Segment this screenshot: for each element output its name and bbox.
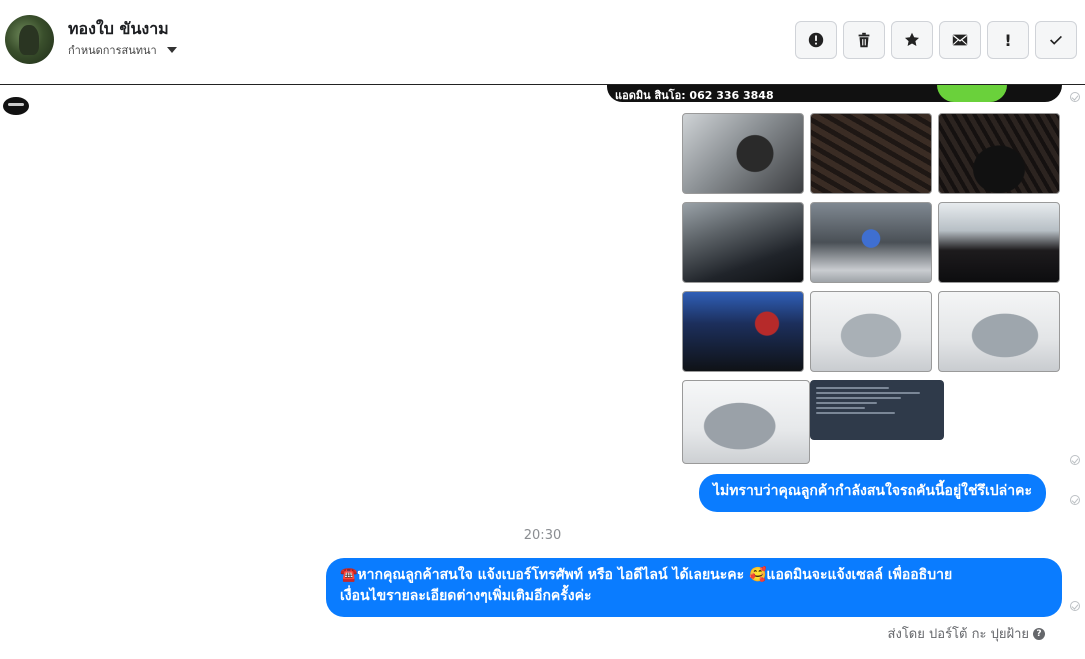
message-bubble-contact-request[interactable]: ☎️หากคุณลูกค้าสนใจ แจ้งเบอร์โทรศัพท์ หรื… bbox=[326, 558, 1062, 617]
photo-battery[interactable] bbox=[682, 291, 804, 372]
mark-done-button[interactable] bbox=[1035, 21, 1077, 59]
help-icon[interactable]: ? bbox=[1033, 627, 1045, 640]
trash-icon bbox=[858, 32, 870, 48]
doc-line bbox=[816, 397, 902, 399]
message-line-2: เงื่อนไขรายละเอียดต่างๆเพิ่มเติมอีกครั้ง… bbox=[340, 588, 592, 604]
assign-label: กำหนดการสนทนา bbox=[68, 44, 157, 57]
doc-line bbox=[816, 402, 877, 404]
photo-engine[interactable] bbox=[810, 202, 932, 283]
photo-document[interactable] bbox=[810, 380, 944, 440]
photo-rear-seat[interactable] bbox=[938, 202, 1060, 283]
star-button[interactable] bbox=[891, 21, 933, 59]
doc-line bbox=[816, 392, 920, 394]
delete-button[interactable] bbox=[843, 21, 885, 59]
alert-circle-icon bbox=[808, 32, 824, 48]
assign-conversation-dropdown[interactable]: กำหนดการสนทนา bbox=[68, 41, 177, 59]
caret-down-icon bbox=[166, 47, 177, 53]
contact-avatar[interactable] bbox=[5, 15, 54, 64]
photo-car-rear[interactable] bbox=[682, 380, 810, 464]
star-icon bbox=[904, 32, 920, 47]
seen-icon bbox=[1070, 601, 1080, 611]
seen-icon bbox=[1070, 92, 1080, 102]
photo-interior-seats-side[interactable] bbox=[938, 113, 1060, 194]
doc-line bbox=[816, 412, 896, 414]
photo-car-front-right[interactable] bbox=[938, 291, 1060, 372]
message-timestamp: 20:30 bbox=[523, 528, 562, 543]
exclamation-icon: ! bbox=[1004, 30, 1012, 50]
conversation-header: ทองใบ ขันงาม กำหนดการสนทนา ! bbox=[0, 0, 1085, 85]
photo-interior-seats-front[interactable] bbox=[810, 113, 932, 194]
header-actions: ! bbox=[795, 21, 1077, 59]
contact-name[interactable]: ทองใบ ขันงาม bbox=[68, 17, 169, 42]
seen-icon bbox=[1070, 495, 1080, 505]
doc-line bbox=[816, 387, 890, 389]
page-avatar bbox=[3, 97, 29, 115]
photo-car-front-left[interactable] bbox=[810, 291, 932, 372]
message-thread[interactable]: แอดมิน สินโอ: 062 336 3848 ไม่ทราบว่าคุณ… bbox=[0, 85, 1085, 659]
envelope-icon bbox=[952, 34, 968, 46]
banner-contact-text: แอดมิน สินโอ: 062 336 3848 bbox=[615, 89, 774, 102]
car-banner-image[interactable]: แอดมิน สินโอ: 062 336 3848 bbox=[607, 85, 1062, 102]
message-line-1: ☎️หากคุณลูกค้าสนใจ แจ้งเบอร์โทรศัพท์ หรื… bbox=[340, 567, 953, 583]
photo-dashboard[interactable] bbox=[682, 202, 804, 283]
sent-by-text: ส่งโดย ปอร์โต้ กะ ปุยฝ้าย bbox=[887, 627, 1029, 642]
important-button[interactable]: ! bbox=[987, 21, 1029, 59]
check-icon bbox=[1050, 35, 1062, 45]
mark-unread-button[interactable] bbox=[939, 21, 981, 59]
message-bubble-question[interactable]: ไม่ทราบว่าคุณลูกค้ากำลังสนใจรถคันนี้อยู่… bbox=[699, 474, 1046, 512]
mark-spam-button[interactable] bbox=[795, 21, 837, 59]
seen-icon bbox=[1070, 455, 1080, 465]
sent-by-info: ส่งโดย ปอร์โต้ กะ ปุยฝ้าย ? bbox=[888, 623, 1045, 644]
doc-line bbox=[816, 407, 865, 409]
photo-interior-steering[interactable] bbox=[682, 113, 804, 194]
